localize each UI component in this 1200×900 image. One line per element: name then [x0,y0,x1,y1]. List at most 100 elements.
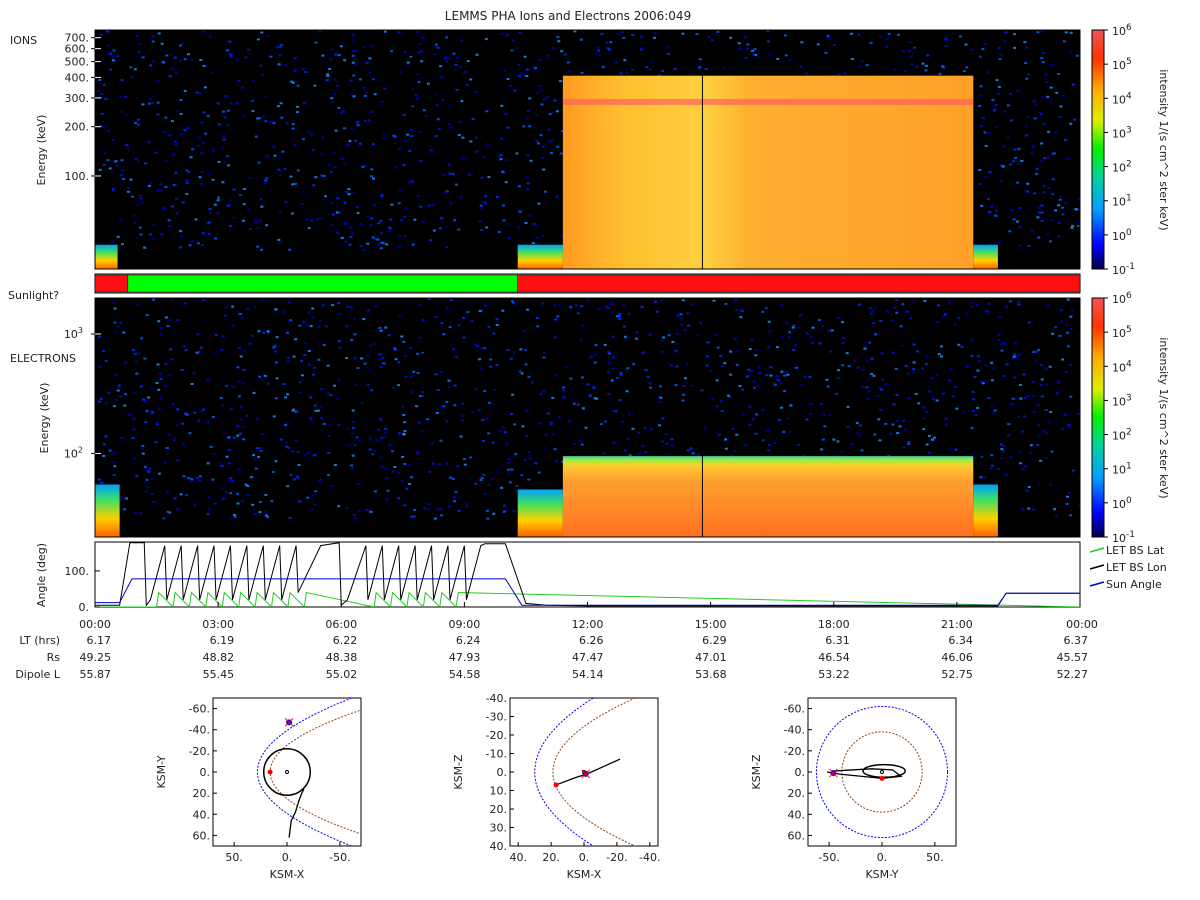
electrons-noise-pixel [418,336,422,339]
ions-noise-pixel [185,181,189,184]
electrons-noise-pixel [206,513,210,516]
ions-noise-pixel [648,68,652,71]
electrons-noise-pixel [782,430,786,433]
ions-noise-pixel [195,91,199,94]
electrons-noise-pixel [363,362,367,365]
electrons-noise-pixel [385,477,389,480]
ions-noise-pixel [458,66,462,69]
ions-noise-pixel [426,82,430,85]
electrons-noise-pixel [322,344,326,347]
electrons-noise-pixel [168,348,172,351]
electrons-noise-pixel [298,381,302,384]
electrons-noise-pixel [1041,430,1045,433]
electrons-noise-pixel [309,417,313,420]
electrons-noise-pixel [800,384,804,387]
ions-noise-pixel [826,35,830,38]
colorbar-tick-exponent: -1 [1126,262,1135,272]
ions-noise-pixel [352,33,356,36]
ions-noise-pixel [156,79,160,82]
ions-noise-pixel [397,202,401,205]
electrons-noise-pixel [518,370,522,373]
electrons-noise-pixel [366,354,370,357]
electrons-noise-pixel [123,361,127,364]
ions-noise-pixel [312,184,316,187]
electrons-noise-pixel [990,361,994,364]
ions-noise-pixel [504,113,508,116]
electrons-noise-pixel [258,511,262,514]
ions-noise-pixel [304,71,308,74]
ephemeris-cell: 46.54 [818,651,850,664]
ions-noise-pixel [310,133,314,136]
figure: LEMMS PHA Ions and Electrons 2006:049 10… [8,9,1170,881]
electrons-noise-pixel [229,408,233,411]
electrons-noise-pixel [159,326,163,329]
orbit-xlabel: KSM-X [567,868,602,881]
electrons-noise-pixel [990,404,994,407]
colorbar-tick-exponent: 4 [1126,91,1132,101]
electrons-noise-pixel [347,444,351,447]
ions-spectrogram: 100.200.300.400.500.600.700. [65,29,1081,270]
ions-noise-pixel [915,65,919,68]
ions-noise-pixel [191,148,195,151]
electrons-noise-pixel [403,504,407,507]
ions-noise-pixel [406,64,410,67]
electrons-noise-pixel [393,348,397,351]
ions-noise-pixel [542,98,546,101]
ions-noise-pixel [1037,206,1041,209]
ions-noise-pixel [480,207,484,210]
ions-noise-pixel [200,151,204,154]
electrons-noise-pixel [176,319,180,322]
electrons-noise-pixel [618,399,622,402]
ions-noise-pixel [173,56,177,59]
electrons-noise-pixel [149,412,153,415]
ions-noise-pixel [382,137,386,140]
ions-noise-pixel [310,219,314,222]
orbit-ytick-label: -60. [189,703,210,716]
colorbar-tick-exponent: 2 [1126,160,1132,170]
ions-noise-pixel [788,59,792,62]
electrons-noise-pixel [138,512,142,515]
ions-noise-pixel [526,110,530,113]
electrons-noise-pixel [1061,358,1065,361]
angle-xtick-label: 12:00 [572,618,604,631]
electrons-noise-pixel [695,334,699,337]
electrons-noise-pixel [939,355,943,358]
electrons-noise-pixel [703,426,707,429]
electrons-noise-pixel [674,384,678,387]
ions-noise-pixel [102,83,106,86]
ions-noise-pixel [202,64,206,67]
electrons-noise-pixel [523,348,527,351]
ions-noise-pixel [1009,163,1013,166]
ions-noise-pixel [124,95,128,98]
ions-colorbar-label: intensity 1/(s cm^2 ster keV) [1157,69,1170,230]
colorbar-tick-exponent: 1 [1126,462,1132,472]
ions-noise-pixel [1064,138,1068,141]
electrons-noise-pixel [1022,373,1026,376]
electrons-noise-pixel [438,507,442,510]
ions-noise-pixel [448,172,452,175]
electrons-noise-pixel [273,344,277,347]
ions-noise-pixel [106,159,110,162]
ions-noise-pixel [505,34,509,37]
ions-noise-pixel [399,71,403,74]
orbit-ytick-label: 60. [788,829,806,842]
ions-noise-pixel [503,69,507,72]
electrons-noise-pixel [252,454,256,457]
ions-noise-pixel [458,120,462,123]
electrons-noise-pixel [119,321,123,324]
electrons-noise-pixel [932,436,936,439]
ions-noise-pixel [836,73,840,76]
ions-noise-pixel [528,97,532,100]
electrons-noise-pixel [115,330,119,333]
ions-noise-pixel [129,178,133,181]
electrons-noise-pixel [445,462,449,465]
electrons-noise-pixel [404,375,408,378]
electrons-noise-pixel [944,423,948,426]
ions-noise-pixel [273,154,277,157]
electrons-noise-pixel [867,390,871,393]
electrons-noise-pixel [502,504,506,507]
orbit-ylabel: KSM-Y [155,755,168,788]
angle-xtick-label: 21:00 [941,618,973,631]
electrons-noise-pixel [1034,350,1038,353]
ions-noise-pixel [559,152,563,155]
